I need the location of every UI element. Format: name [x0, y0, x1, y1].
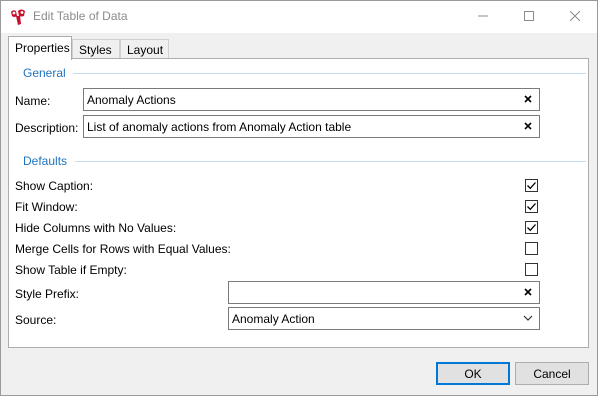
style-prefix-field[interactable]: [228, 281, 540, 304]
tab-layout[interactable]: Layout: [120, 39, 169, 59]
hide-columns-checkbox[interactable]: [525, 221, 538, 234]
description-field[interactable]: List of anomaly actions from Anomaly Act…: [83, 115, 540, 138]
title-bar: Edit Table of Data: [1, 1, 597, 33]
checkmark-icon: [527, 203, 536, 211]
minimize-icon: [478, 15, 488, 17]
minimize-button[interactable]: [460, 1, 506, 31]
general-group-title: General: [23, 66, 66, 80]
tab-styles[interactable]: Styles: [72, 39, 120, 59]
defaults-divider: [75, 161, 586, 162]
clear-icon: [524, 95, 532, 103]
maximize-icon: [524, 11, 534, 21]
fit-window-checkbox[interactable]: [525, 200, 538, 213]
window-title: Edit Table of Data: [33, 9, 128, 23]
properties-panel: General Name: Anomaly Actions Descriptio…: [8, 58, 589, 348]
defaults-group-title: Defaults: [23, 154, 68, 168]
close-icon: [570, 11, 580, 21]
clear-name-button[interactable]: [521, 92, 535, 106]
source-label: Source:: [15, 313, 57, 327]
chevron-down-icon: [523, 315, 533, 321]
edit-table-dialog: Edit Table of Data Properties Styles Lay…: [0, 0, 598, 396]
tab-properties[interactable]: Properties: [8, 36, 72, 60]
source-value: Anomaly Action: [232, 312, 315, 326]
clear-style-prefix-button[interactable]: [521, 285, 535, 299]
general-divider: [73, 73, 586, 74]
fit-window-label: Fit Window:: [15, 200, 78, 214]
clear-icon: [524, 122, 532, 130]
name-field[interactable]: Anomaly Actions: [83, 88, 540, 111]
maximize-button[interactable]: [506, 1, 552, 31]
dialog-footer: OK Cancel: [1, 352, 597, 395]
checkmark-icon: [527, 182, 536, 190]
ok-button[interactable]: OK: [436, 362, 510, 385]
style-prefix-label: Style Prefix:: [15, 287, 80, 301]
show-table-empty-checkbox[interactable]: [525, 263, 538, 276]
app-logo-icon: [11, 9, 25, 25]
clear-description-button[interactable]: [521, 119, 535, 133]
description-value: List of anomaly actions from Anomaly Act…: [87, 120, 352, 134]
name-label: Name:: [15, 94, 51, 108]
close-button[interactable]: [552, 1, 598, 31]
hide-columns-label: Hide Columns with No Values:: [15, 221, 177, 235]
cancel-button[interactable]: Cancel: [515, 362, 589, 385]
show-table-empty-label: Show Table if Empty:: [15, 263, 127, 277]
show-caption-label: Show Caption:: [15, 179, 94, 193]
checkmark-icon: [527, 224, 536, 232]
clear-icon: [524, 288, 532, 296]
merge-cells-checkbox[interactable]: [525, 242, 538, 255]
show-caption-checkbox[interactable]: [525, 179, 538, 192]
description-label: Description:: [15, 121, 79, 135]
merge-cells-label: Merge Cells for Rows with Equal Values:: [15, 242, 231, 256]
name-value: Anomaly Actions: [87, 93, 176, 107]
source-dropdown[interactable]: Anomaly Action: [228, 307, 540, 330]
